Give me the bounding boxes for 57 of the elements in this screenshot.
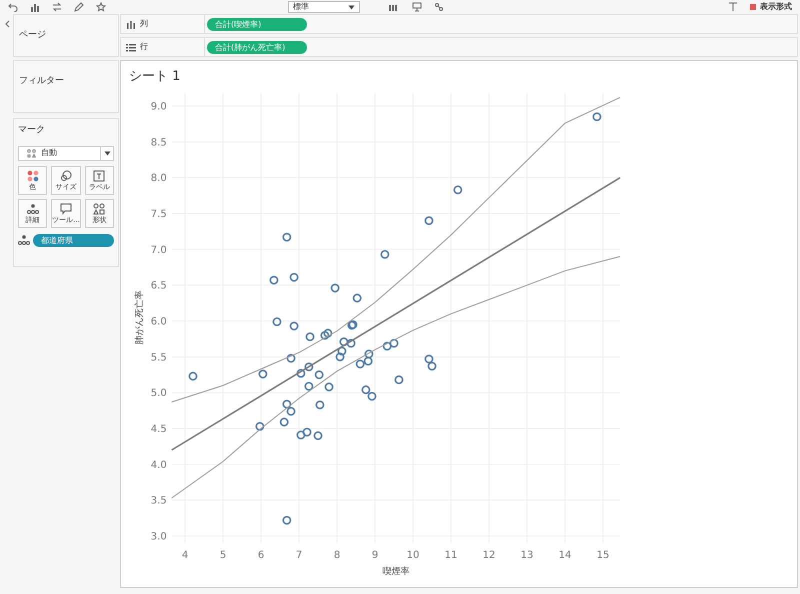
- y-tick-label: 6.0: [150, 316, 167, 328]
- caret-icon: [104, 150, 110, 156]
- caret-icon: [348, 4, 355, 10]
- columns-icon: [126, 20, 136, 28]
- show-me-button[interactable]: 表示形式: [750, 3, 792, 11]
- detail-icon: [18, 234, 30, 246]
- rows-icon: [126, 42, 136, 52]
- x-tick-label: 5: [220, 550, 226, 562]
- speech-bubble-icon: [60, 202, 72, 214]
- x-axis-title: 喫煙率: [382, 567, 410, 578]
- x-tick-label: 11: [444, 550, 458, 562]
- y-tick-label: 3.0: [150, 532, 167, 543]
- pen-icon[interactable]: [74, 2, 84, 12]
- y-tick-label: 5.5: [150, 352, 167, 364]
- text-label-icon: [93, 170, 106, 182]
- monitor-icon[interactable]: [412, 2, 422, 12]
- y-tick-label: 7.0: [150, 244, 167, 256]
- detail-icon: [26, 202, 39, 214]
- x-tick-label: 12: [482, 550, 496, 562]
- x-tick-label: 14: [558, 550, 572, 562]
- shapes-icon: [93, 202, 106, 214]
- field-pill[interactable]: 都道府県: [33, 234, 114, 246]
- format-select[interactable]: 標準: [288, 1, 360, 13]
- y-tick-label: 4.0: [150, 460, 167, 471]
- x-tick-label: 4: [182, 550, 188, 562]
- y-tick-label: 3.5: [150, 496, 167, 507]
- y-tick-label: 8.5: [150, 137, 167, 148]
- mark-type-dropdown[interactable]: 自動: [18, 146, 114, 160]
- panel-title: ページ: [19, 30, 46, 40]
- undo-icon[interactable]: [8, 2, 18, 12]
- shelf-label: 行: [140, 41, 148, 53]
- panel-title: マーク: [18, 124, 46, 137]
- x-tick-label: 8: [334, 550, 340, 562]
- grid-icon[interactable]: [388, 2, 400, 12]
- size-icon: [60, 170, 72, 182]
- shelf-label: 列: [140, 18, 148, 30]
- x-tick-label: 6: [258, 550, 264, 562]
- dots-icon: [26, 170, 39, 182]
- y-tick-label: 6.5: [150, 280, 167, 292]
- x-tick-label: 15: [596, 550, 610, 562]
- x-tick-label: 7: [296, 550, 302, 562]
- x-tick-label: 13: [520, 550, 534, 562]
- y-tick-label: 8.0: [150, 173, 167, 184]
- y-axis-title: 肺がん死亡率: [135, 290, 145, 344]
- panel-title: フィルター: [19, 76, 64, 86]
- x-tick-label: 9: [372, 550, 378, 562]
- swap-icon[interactable]: [52, 2, 62, 12]
- automatic-icon: [27, 148, 36, 158]
- chart-icon[interactable]: [30, 2, 40, 12]
- x-tick-label: 10: [406, 550, 420, 562]
- y-tick-label: 5.0: [150, 388, 167, 400]
- y-tick-label: 9.0: [150, 102, 167, 112]
- y-tick-label: 4.5: [150, 424, 167, 436]
- share-icon[interactable]: [434, 2, 444, 12]
- chevron-left-icon[interactable]: [4, 20, 10, 28]
- y-tick-label: 7.5: [150, 209, 167, 220]
- sheet-title: シート 1: [129, 68, 180, 86]
